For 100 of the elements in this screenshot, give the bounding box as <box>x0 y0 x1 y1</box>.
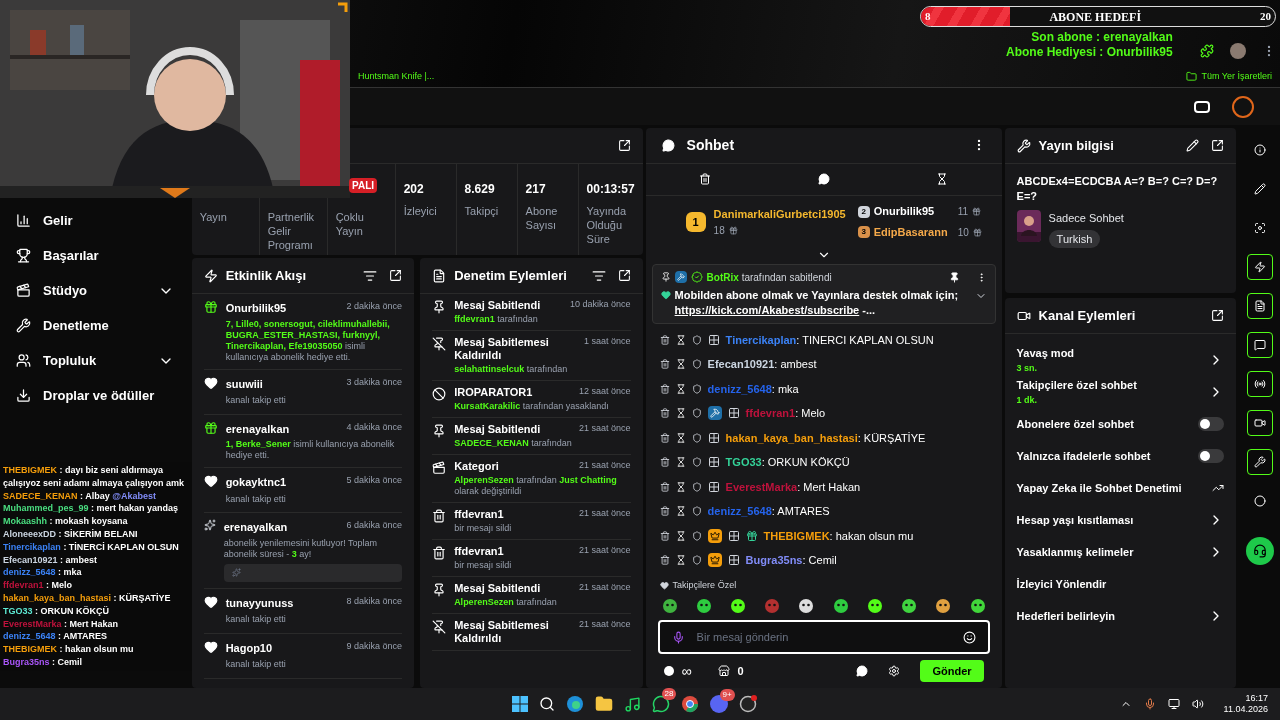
channel-action[interactable]: Yalnızca ifadelerle sohbet <box>1016 440 1225 472</box>
hourglass-icon[interactable] <box>675 555 686 566</box>
store-icon[interactable] <box>717 665 730 678</box>
popout-icon[interactable] <box>1211 139 1225 152</box>
toggle-switch[interactable] <box>1198 449 1225 463</box>
toggle-switch[interactable] <box>1198 417 1225 431</box>
popout-icon[interactable] <box>389 269 403 282</box>
trash-icon[interactable] <box>659 359 670 370</box>
shield-icon[interactable] <box>691 359 702 370</box>
emote-icon[interactable] <box>798 598 815 615</box>
stats-tab[interactable]: Çoklu Yayın <box>335 210 387 238</box>
channel-action[interactable]: İzleyici Yönlendir <box>1016 568 1225 600</box>
sidebar-item[interactable]: Başarılar <box>16 238 174 273</box>
trash-icon[interactable] <box>659 432 670 443</box>
popout-icon[interactable] <box>1211 309 1225 322</box>
hourglass-icon[interactable] <box>675 383 686 394</box>
trash-icon[interactable] <box>659 457 670 468</box>
emote-icon[interactable] <box>832 598 849 615</box>
trash-icon[interactable] <box>659 506 670 517</box>
emote-icon[interactable] <box>901 598 918 615</box>
hourglass-icon[interactable] <box>675 334 686 345</box>
shield-icon[interactable] <box>691 334 702 345</box>
channel-action[interactable]: Hedefleri belirleyin <box>1016 600 1225 632</box>
sidebar-item[interactable]: Droplar ve ödüller <box>16 378 174 413</box>
chat-icon[interactable] <box>1247 332 1274 358</box>
bookmark[interactable]: Huntsman Knife |... <box>358 69 435 84</box>
broadcast-icon[interactable] <box>1247 371 1274 397</box>
music-icon[interactable] <box>623 695 641 713</box>
shield-icon[interactable] <box>691 432 702 443</box>
mic-icon[interactable] <box>1143 698 1156 710</box>
hourglass-icon[interactable] <box>675 481 686 492</box>
sidebar-item[interactable]: Topluluk <box>16 343 174 378</box>
popout-icon[interactable] <box>617 269 631 282</box>
emote-icon[interactable] <box>866 598 883 615</box>
emote-icon[interactable] <box>661 598 678 615</box>
tag-chip[interactable]: Turkish <box>1048 229 1101 248</box>
channel-action[interactable]: Takipçilere özel sohbet 1 dk. <box>1016 376 1225 408</box>
filter-icon[interactable] <box>363 268 378 283</box>
record-icon[interactable] <box>738 695 757 713</box>
wrench-icon[interactable] <box>1247 449 1274 475</box>
extension-icon[interactable] <box>1200 44 1214 58</box>
shield-icon[interactable] <box>691 408 702 419</box>
windows-icon[interactable] <box>511 696 528 712</box>
network-icon[interactable] <box>1167 698 1180 710</box>
profile-avatar[interactable] <box>1230 43 1246 59</box>
message-field[interactable]: Bir mesaj gönderin <box>657 620 990 655</box>
bookmarks-link[interactable]: Tüm Yer İşaretleri <box>1201 69 1272 84</box>
channel-action[interactable]: Yapay Zeka ile Sohbet Denetimi <box>1016 472 1225 504</box>
shield-icon[interactable] <box>691 506 702 517</box>
channel-action[interactable]: Yavaş mod 3 sn. <box>1016 344 1225 376</box>
volume-icon[interactable] <box>1191 698 1204 710</box>
tv-icon[interactable] <box>1194 100 1210 113</box>
channel-action[interactable]: Abonelere özel sohbet <box>1016 408 1225 440</box>
document-icon[interactable] <box>1247 293 1274 319</box>
message-input[interactable]: Bir mesaj gönderin <box>696 628 951 646</box>
video-icon[interactable] <box>1247 410 1274 436</box>
hourglass-icon[interactable] <box>675 359 686 370</box>
settings-icon[interactable] <box>888 665 901 678</box>
shield-icon[interactable] <box>691 383 702 394</box>
sidebar-item[interactable]: Denetleme <box>16 308 174 343</box>
pin-icon[interactable] <box>948 271 960 283</box>
trash-icon[interactable] <box>659 481 670 492</box>
stats-tab[interactable]: Partnerlik Gelir Programı <box>267 210 319 252</box>
discord-icon[interactable] <box>709 695 728 713</box>
sidebar-item[interactable]: Stüdyo <box>16 273 174 308</box>
bolt-icon[interactable] <box>1247 254 1274 280</box>
shield-icon[interactable] <box>691 481 702 492</box>
emote-icon[interactable] <box>730 598 747 615</box>
shield-icon[interactable] <box>691 457 702 468</box>
folder-icon[interactable] <box>594 695 613 713</box>
send-button[interactable]: Gönder <box>920 660 984 683</box>
channel-action[interactable]: Yasaklanmış kelimeler <box>1016 536 1225 568</box>
hourglass-icon[interactable] <box>675 432 686 443</box>
hourglass-icon[interactable] <box>675 408 686 419</box>
trash-icon[interactable] <box>659 334 670 345</box>
trash-icon[interactable] <box>659 383 670 394</box>
browser-icon[interactable] <box>680 695 699 713</box>
browser-icon[interactable] <box>565 695 584 713</box>
emoji-icon[interactable] <box>962 630 976 644</box>
emote-icon[interactable] <box>969 598 986 615</box>
edit-icon[interactable] <box>1186 139 1200 152</box>
emote-icon[interactable] <box>695 598 712 615</box>
messenger-icon[interactable] <box>651 695 670 713</box>
channel-action[interactable]: Hesap yaşı kısıtlaması <box>1016 504 1225 536</box>
shield-icon[interactable] <box>691 555 702 566</box>
hourglass-icon[interactable] <box>675 457 686 468</box>
search-icon[interactable] <box>538 696 555 712</box>
hourglass-icon[interactable] <box>675 530 686 541</box>
hourglass-icon[interactable] <box>675 506 686 517</box>
hourglass-icon[interactable] <box>936 173 949 186</box>
mic-icon[interactable] <box>671 630 685 644</box>
stats-tab[interactable]: Yayın <box>199 210 251 224</box>
emote-icon[interactable] <box>935 598 952 615</box>
trash-icon[interactable] <box>659 530 670 541</box>
shield-icon[interactable] <box>691 530 702 541</box>
help-button[interactable] <box>1246 537 1275 565</box>
headset-icon[interactable] <box>1253 544 1268 558</box>
trash-icon[interactable] <box>659 408 670 419</box>
filter-icon[interactable] <box>591 268 606 283</box>
popout-icon[interactable] <box>617 139 631 152</box>
